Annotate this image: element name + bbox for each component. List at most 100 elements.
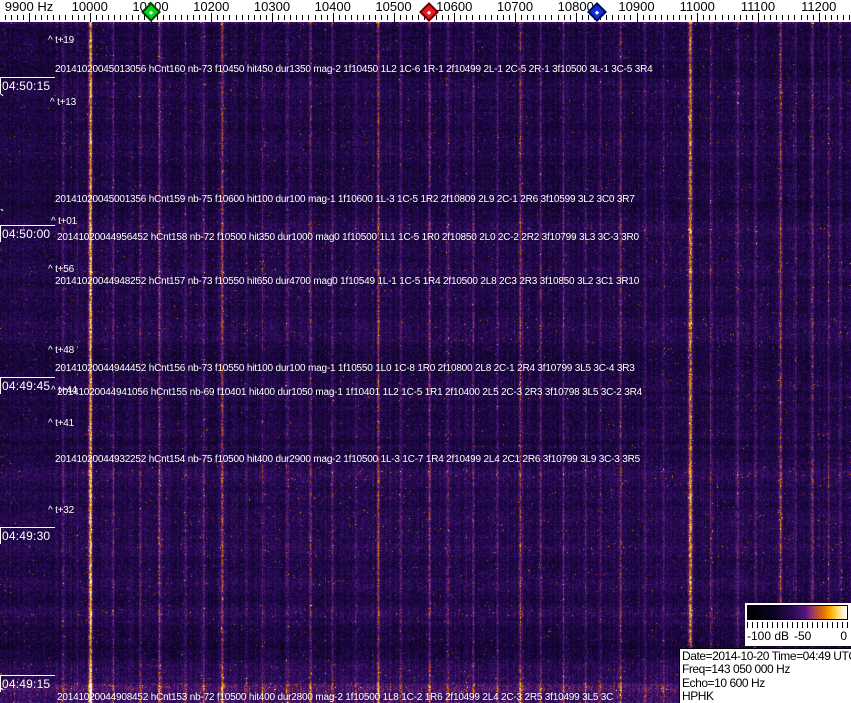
frequency-label: 9900 Hz [4, 0, 54, 14]
minor-frequency-tick [478, 15, 480, 20]
minor-frequency-tick [812, 15, 814, 20]
time-tick-line [0, 675, 55, 676]
minor-frequency-tick [162, 15, 164, 20]
minor-frequency-tick [557, 15, 559, 20]
marker-center-dot [594, 9, 600, 15]
minor-frequency-tick [721, 15, 723, 20]
minor-frequency-tick [278, 15, 280, 20]
minor-frequency-tick [849, 15, 851, 20]
db-label-min: -100 dB [747, 629, 790, 643]
info-date-time: Date=2014-10-20 Time=04:49 UTC [682, 649, 851, 663]
minor-frequency-tick [788, 15, 790, 20]
minor-frequency-tick [551, 15, 553, 20]
minor-frequency-tick [259, 15, 261, 20]
minor-frequency-tick [405, 15, 407, 20]
minor-frequency-tick [101, 15, 103, 20]
echo-log-line: 20141020044948252 hCnt157 nb-73 f10550 h… [55, 276, 640, 287]
frequency-label: 10300 [253, 0, 291, 14]
time-tick-line [0, 527, 55, 528]
minor-frequency-tick [107, 15, 109, 20]
frequency-label: 10400 [314, 0, 351, 14]
time-tick-edge [0, 225, 1, 242]
frequency-label: 10600 [436, 0, 473, 14]
time-tick-line [0, 225, 55, 226]
frequency-label: 10200 [193, 0, 230, 14]
minor-frequency-tick [247, 15, 249, 20]
echo-time-offset-marker: ^ t+48 [48, 345, 75, 356]
minor-frequency-tick [782, 15, 784, 20]
meteor-echo-monitor-screen: 9900 Hz100001010010200103001040010500106… [0, 0, 851, 703]
major-frequency-tick [697, 13, 699, 22]
minor-frequency-tick [381, 15, 383, 20]
minor-frequency-tick [350, 15, 352, 20]
minor-frequency-tick [496, 15, 498, 20]
minor-frequency-tick [587, 15, 589, 20]
major-frequency-tick [393, 13, 395, 22]
time-label: 04:49:45 [0, 377, 60, 394]
frequency-ruler[interactable]: 9900 Hz100001010010200103001040010500106… [0, 0, 851, 22]
minor-frequency-tick [4, 15, 6, 20]
time-label-text: 04:50:15 [2, 79, 51, 93]
minor-frequency-tick [691, 15, 693, 20]
frequency-label: 10900 [618, 0, 655, 14]
minor-frequency-tick [806, 15, 808, 20]
left-edge-mark: ` [0, 207, 4, 221]
minor-frequency-tick [95, 15, 97, 20]
minor-frequency-tick [545, 15, 547, 20]
echo-log-line: 20141020044932252 hCnt154 nb-75 f10500 h… [55, 454, 640, 465]
frequency-label: 10700 [496, 0, 534, 14]
minor-frequency-tick [53, 15, 55, 20]
minor-frequency-tick [22, 15, 24, 20]
major-frequency-tick [332, 13, 334, 22]
minor-frequency-tick [508, 15, 510, 20]
minor-frequency-tick [739, 15, 741, 20]
minor-frequency-tick [800, 15, 802, 20]
minor-frequency-tick [727, 15, 729, 20]
echo-log-line: 20141020044941056 hCnt155 nb-69 f10401 h… [57, 387, 642, 398]
minor-frequency-tick [521, 15, 523, 20]
minor-frequency-tick [199, 15, 201, 20]
minor-frequency-tick [836, 15, 838, 20]
minor-frequency-tick [47, 15, 49, 20]
minor-frequency-tick [314, 15, 316, 20]
echo-log-line: 20141020045001356 hCnt159 nb-75 f10600 h… [55, 194, 635, 205]
minor-frequency-tick [466, 15, 468, 20]
echo-log-line: 20141020045013056 hCnt160 nb-73 f10450 h… [55, 64, 653, 75]
major-frequency-tick [636, 13, 638, 22]
info-station-id: HPHK [682, 689, 714, 703]
frequency-label: 10500 [375, 0, 412, 14]
minor-frequency-tick [539, 15, 541, 20]
minor-frequency-tick [666, 15, 668, 20]
minor-frequency-tick [375, 15, 377, 20]
minor-frequency-tick [363, 15, 365, 20]
time-label-text: 04:49:30 [2, 529, 51, 543]
marker-center-dot [148, 9, 154, 15]
minor-frequency-tick [436, 15, 438, 20]
minor-frequency-tick [484, 15, 486, 20]
minor-frequency-tick [417, 15, 419, 20]
minor-frequency-tick [265, 15, 267, 20]
minor-frequency-tick [399, 15, 401, 20]
minor-frequency-tick [168, 15, 170, 20]
minor-frequency-tick [460, 15, 462, 20]
minor-frequency-tick [16, 15, 18, 20]
minor-frequency-tick [10, 15, 12, 20]
minor-frequency-tick [703, 15, 705, 20]
major-frequency-tick [454, 13, 456, 22]
minor-frequency-tick [302, 15, 304, 20]
minor-frequency-tick [77, 15, 79, 20]
minor-frequency-tick [357, 15, 359, 20]
minor-frequency-tick [253, 15, 255, 20]
minor-frequency-tick [733, 15, 735, 20]
minor-frequency-tick [138, 15, 140, 20]
db-label-mid: -50 [794, 629, 812, 643]
info-echo-frequency: Echo=10 600 Hz [682, 675, 765, 690]
minor-frequency-tick [642, 15, 644, 20]
frequency-label: 11100 [740, 0, 776, 14]
minor-frequency-tick [344, 15, 346, 20]
minor-frequency-tick [685, 15, 687, 20]
db-color-gradient-bar[interactable] [747, 605, 848, 620]
minor-frequency-tick [369, 15, 371, 20]
major-frequency-tick [758, 13, 759, 22]
echo-time-offset-marker: ^ t+32 [48, 505, 75, 516]
